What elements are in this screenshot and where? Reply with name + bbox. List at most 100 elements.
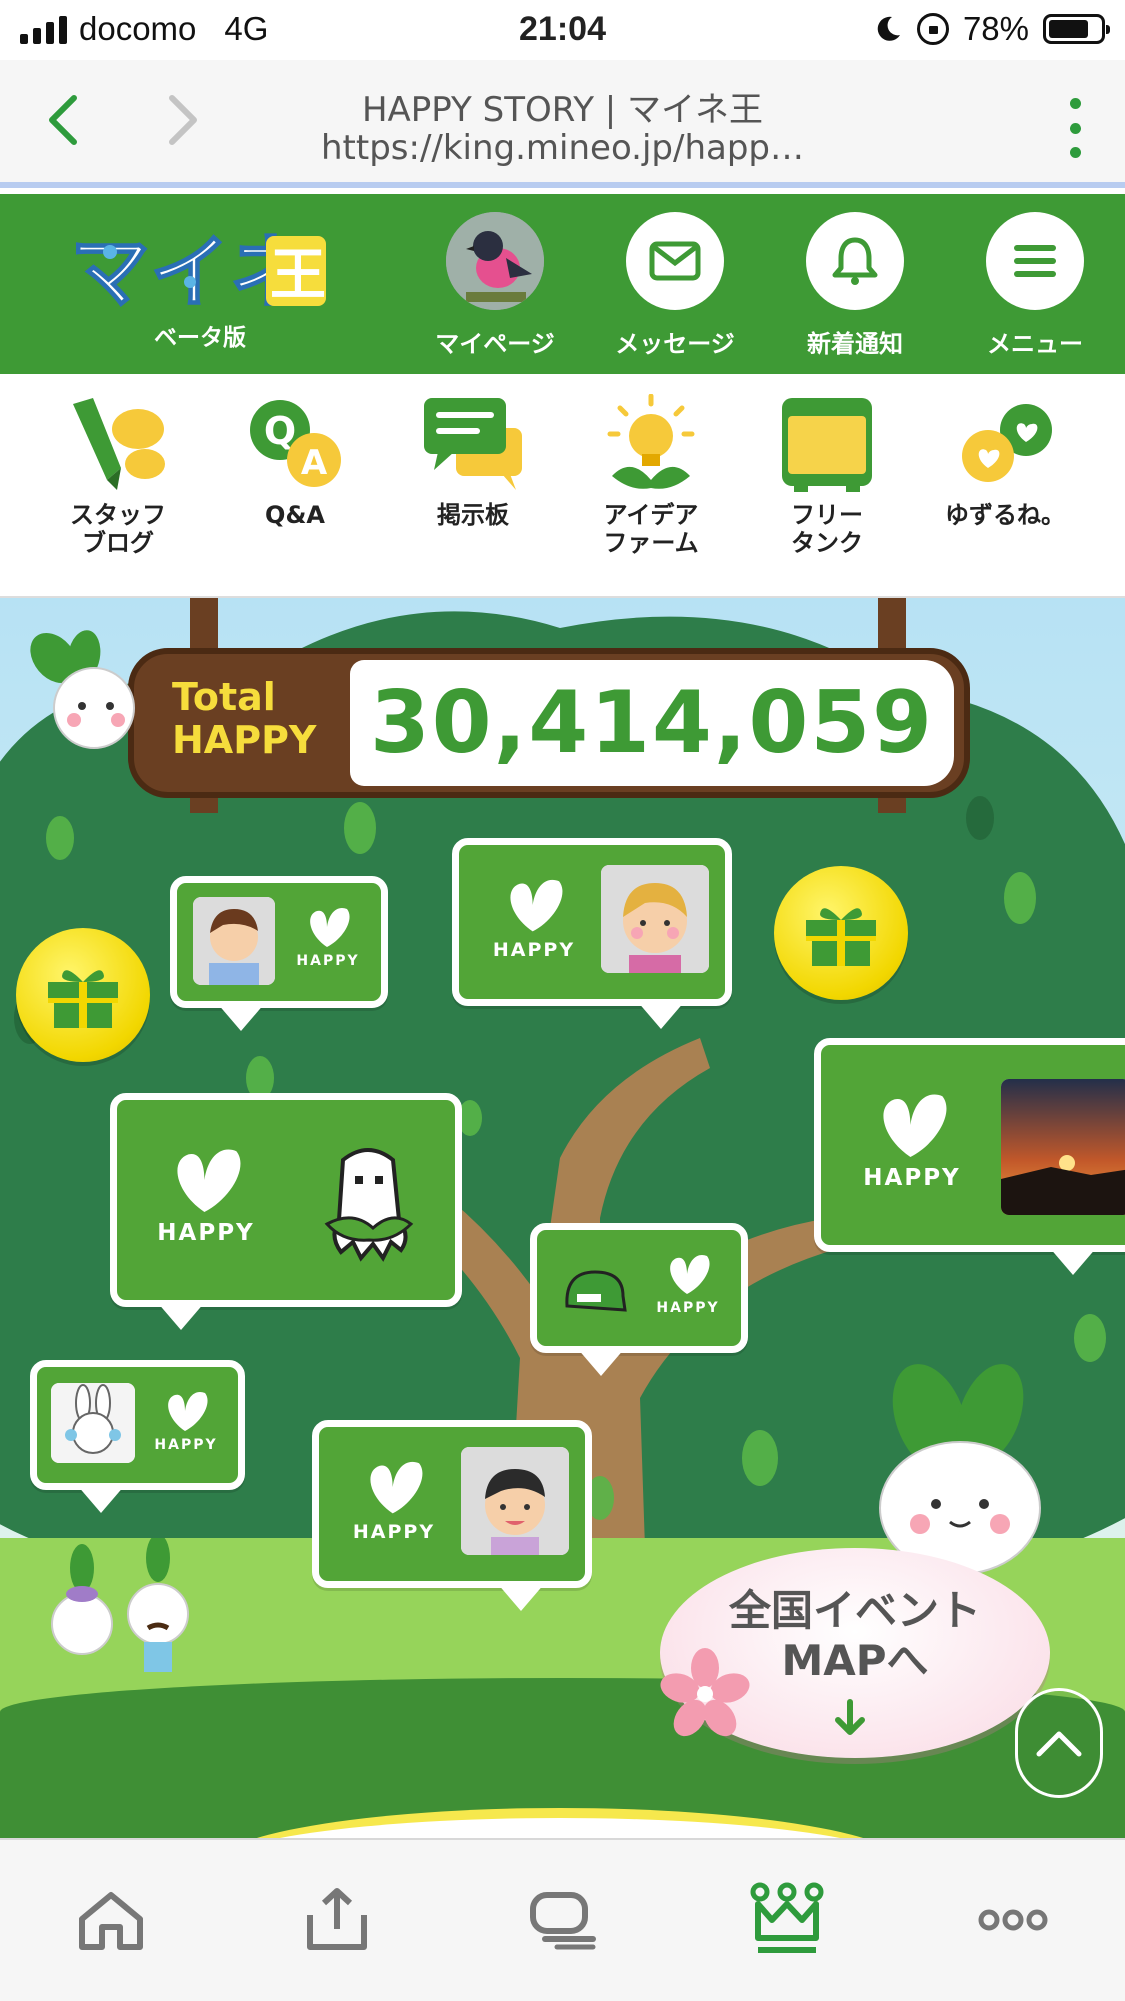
user-avatar [601,865,709,973]
happy-post-bubble[interactable]: HAPPY [530,1223,748,1376]
happy-post-bubble[interactable]: HAPPY [814,1038,1125,1275]
status-right: 78% [873,10,1110,48]
home-button[interactable] [66,1880,156,1960]
gift-icon [806,908,876,966]
header-menu-button[interactable]: メニュー [955,212,1115,359]
happy-post-bubble[interactable]: HAPPY [312,1420,592,1611]
mascot-rabbit-icon [30,630,135,749]
bookmark-crown-button[interactable] [742,1880,832,1960]
category-free-tank[interactable]: フリー タンク [742,394,912,557]
total-happy-value-box: 30,414,059 [350,660,954,786]
logo-subtitle: ベータ版 [154,325,246,351]
back-button[interactable] [34,90,94,150]
happy-label: HAPPY [154,1437,218,1453]
share-button[interactable] [292,1880,382,1960]
happy-post-bubble[interactable]: HAPPY [30,1360,245,1513]
category-label: Q&A [265,501,325,529]
happy-logo: HAPPY [141,1144,271,1246]
gift-button[interactable] [16,928,150,1062]
happy-heart-icon [310,907,350,947]
rotation-lock-icon [916,13,949,45]
man-avatar-icon [193,897,275,985]
category-nav: スタッフ ブログ Q A Q&A 掲示板 アイデア ファーム フリー タンク ゆ… [0,374,1125,598]
arrow-down-icon [835,1699,865,1735]
category-qa[interactable]: Q A Q&A [210,394,380,530]
chevron-up-icon [1036,1731,1082,1757]
sunrise-photo-image [1001,1079,1125,1215]
hamburger-icon [986,212,1084,310]
happy-label: HAPPY [296,953,360,969]
user-avatar [193,897,275,985]
browser-toolbar [0,1838,1125,2001]
category-yuzurune[interactable]: ゆずるね。 [920,394,1090,530]
url-field[interactable]: https://king.mineo.jp/happ… [200,128,925,168]
category-label: フリー タンク [791,501,863,557]
header-menu-label: メニュー [987,330,1083,358]
chevron-left-icon [49,95,77,145]
total-label-line1: Total [172,675,276,719]
happy-label: HAPPY [863,1165,961,1191]
total-label-line2: HAPPY [172,717,317,762]
category-label: 掲示板 [437,501,509,529]
header-notification-button[interactable]: 新着通知 [775,212,935,359]
gift-button[interactable] [774,866,908,1000]
boy-avatar-icon [461,1447,569,1555]
more-menu-icon[interactable] [1055,98,1095,158]
crown-icon [750,1882,824,1953]
happy-heart-icon [177,1149,241,1212]
category-staff-blog[interactable]: スタッフ ブログ [33,394,203,557]
more-icon [978,1909,1048,1931]
happy-tree-scene: Total HAPPY 30,414,059 HAPPY HAPPY HAPPY… [0,598,1125,1838]
happy-logo: HAPPY [847,1089,977,1191]
happy-post-bubble[interactable]: HAPPY [452,838,732,1029]
envelope-icon [626,212,724,310]
battery-icon [1043,14,1110,44]
qa-icon: Q A [240,394,350,494]
happy-label: HAPPY [157,1220,255,1246]
category-label: スタッフ ブログ [70,501,166,557]
category-idea-farm[interactable]: アイデア ファーム [566,393,736,557]
happy-logo: HAPPY [479,875,589,961]
more-button[interactable] [968,1880,1058,1960]
share-icon [307,1888,367,1950]
hearts-icon [950,394,1060,494]
mascot-group-icon [51,1538,189,1672]
total-happy-board: Total HAPPY 30,414,059 [128,648,970,798]
event-map-button[interactable]: 全国イベント MAPへ [660,1548,1050,1758]
moon-icon [873,14,903,44]
happy-heart-icon [168,1391,208,1431]
category-board[interactable]: 掲示板 [388,394,558,530]
happy-logo: HAPPY [287,905,369,969]
site-header: マイネ 王 ベータ版 マイページ メッセージ 新着通知 メニュー [0,194,1125,374]
happy-heart-icon [670,1254,710,1294]
bell-icon [806,212,904,310]
happy-post-bubble[interactable]: HAPPY [110,1093,462,1330]
header-mypage-button[interactable]: マイページ [415,212,575,359]
category-label: ゆずるね。 [945,501,1065,529]
happy-label: HAPPY [492,939,576,961]
happy-post-bubble[interactable]: HAPPY [170,876,388,1031]
happy-label: HAPPY [656,1300,720,1316]
header-message-button[interactable]: メッセージ [595,212,755,359]
header-message-label: メッセージ [615,330,735,358]
mineo-king-logo: マイネ 王 [69,225,326,320]
header-mypage-label: マイページ [435,330,555,358]
scroll-to-top-button[interactable] [1015,1688,1103,1798]
happy-logo: HAPPY [339,1457,449,1543]
battery-percent: 78% [962,10,1029,47]
happy-heart-icon [510,879,563,932]
user-avatar [461,1447,569,1555]
svg-text:王: 王 [270,243,326,308]
tabs-button[interactable] [518,1880,608,1960]
gift-icon [48,970,118,1028]
happy-label: HAPPY [352,1521,436,1543]
page-title: HAPPY STORY | マイネ王 [361,90,764,130]
category-label: アイデア ファーム [603,501,699,557]
happy-logo: HAPPY [647,1252,729,1316]
green-cap-icon [565,1270,627,1312]
rabbit-avatar-icon [51,1383,135,1463]
user-avatar [446,212,544,310]
chevron-right-icon [169,95,197,145]
total-happy-value: 30,414,059 [369,673,935,773]
bird-avatar-icon [446,212,544,310]
